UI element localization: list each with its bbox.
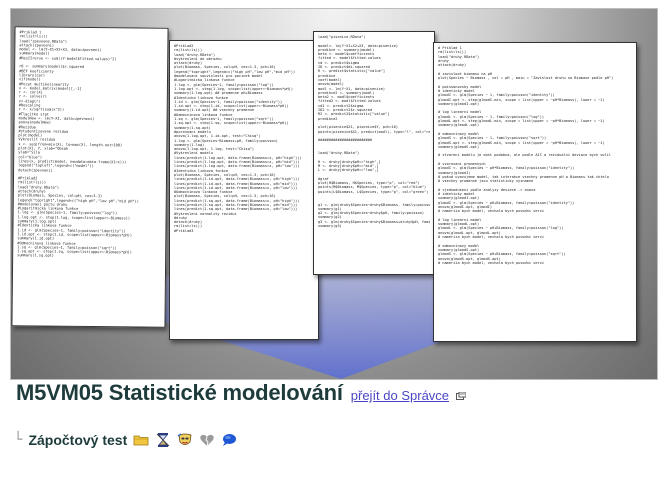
code-line: summary(1.sq.opt) xyxy=(17,253,54,259)
external-link-icon[interactable] xyxy=(455,391,466,400)
code-line: # stvoreni modelu je dost podobna, ale p… xyxy=(438,153,612,158)
page-title: M5VM05 Statistické modelování xyxy=(16,380,343,405)
mask-icon[interactable] xyxy=(177,432,193,448)
code-line: points(pisenice$X1, predict(modl), type=… xyxy=(318,129,430,134)
tree-connector: └ xyxy=(14,432,23,448)
broken-heart-icon[interactable] xyxy=(199,432,215,448)
goto-admin-link-wrapper[interactable]: přejít do Správce xyxy=(351,387,466,405)
sub-item-title[interactable]: Zápočtový test xyxy=(28,432,127,448)
code-line: lines(predict(1.log.opt, data.frame(Biom… xyxy=(174,164,300,169)
code-line: # nameriia bych model, vechala bych puvo… xyxy=(438,260,545,265)
code-line: #Príklad3 xyxy=(174,228,194,233)
code-sheet-4: # Príklad 1 rm(list=ls()) load("druhy.RDat… xyxy=(433,42,637,342)
code-sheet-1: #Príklad 1 rm(list=ls()) load("zpevnene.RD… xyxy=(11,26,169,328)
code-sheet-3: load("pisenice.RData") model<- lm(Y~X1+X2… xyxy=(313,31,435,275)
chat-bubble-icon[interactable] xyxy=(221,432,237,448)
folder-icon[interactable] xyxy=(133,432,149,448)
code-line: plot(Species ~ Biomass , col = pH , main… xyxy=(438,76,614,81)
goto-admin-link[interactable]: přejít do Správce xyxy=(351,388,449,403)
code-line: lines(predict(1.id.opt, data.frame(Bioma… xyxy=(174,177,300,182)
hourglass-icon[interactable] xyxy=(155,432,171,448)
code-line: summary(g3) xyxy=(318,224,342,229)
code-line: lines(predict(1.sq.opt, data.frame(Bioma… xyxy=(174,207,298,212)
code-sheet-2: #Príklad2 rm(list=ls()) load("druhy.RData"… xyxy=(169,40,319,340)
code-line: points(L$Biomass, L$Species, type="p", c… xyxy=(318,189,429,194)
course-title-row: M5VM05 Statistické modelování přejít do … xyxy=(16,380,466,410)
course-banner-image: #Príklad 1 rm(list=ls()) load("zpevnene.RD… xyxy=(10,8,658,380)
sub-item-row: └ Zápočtový test xyxy=(14,428,237,452)
